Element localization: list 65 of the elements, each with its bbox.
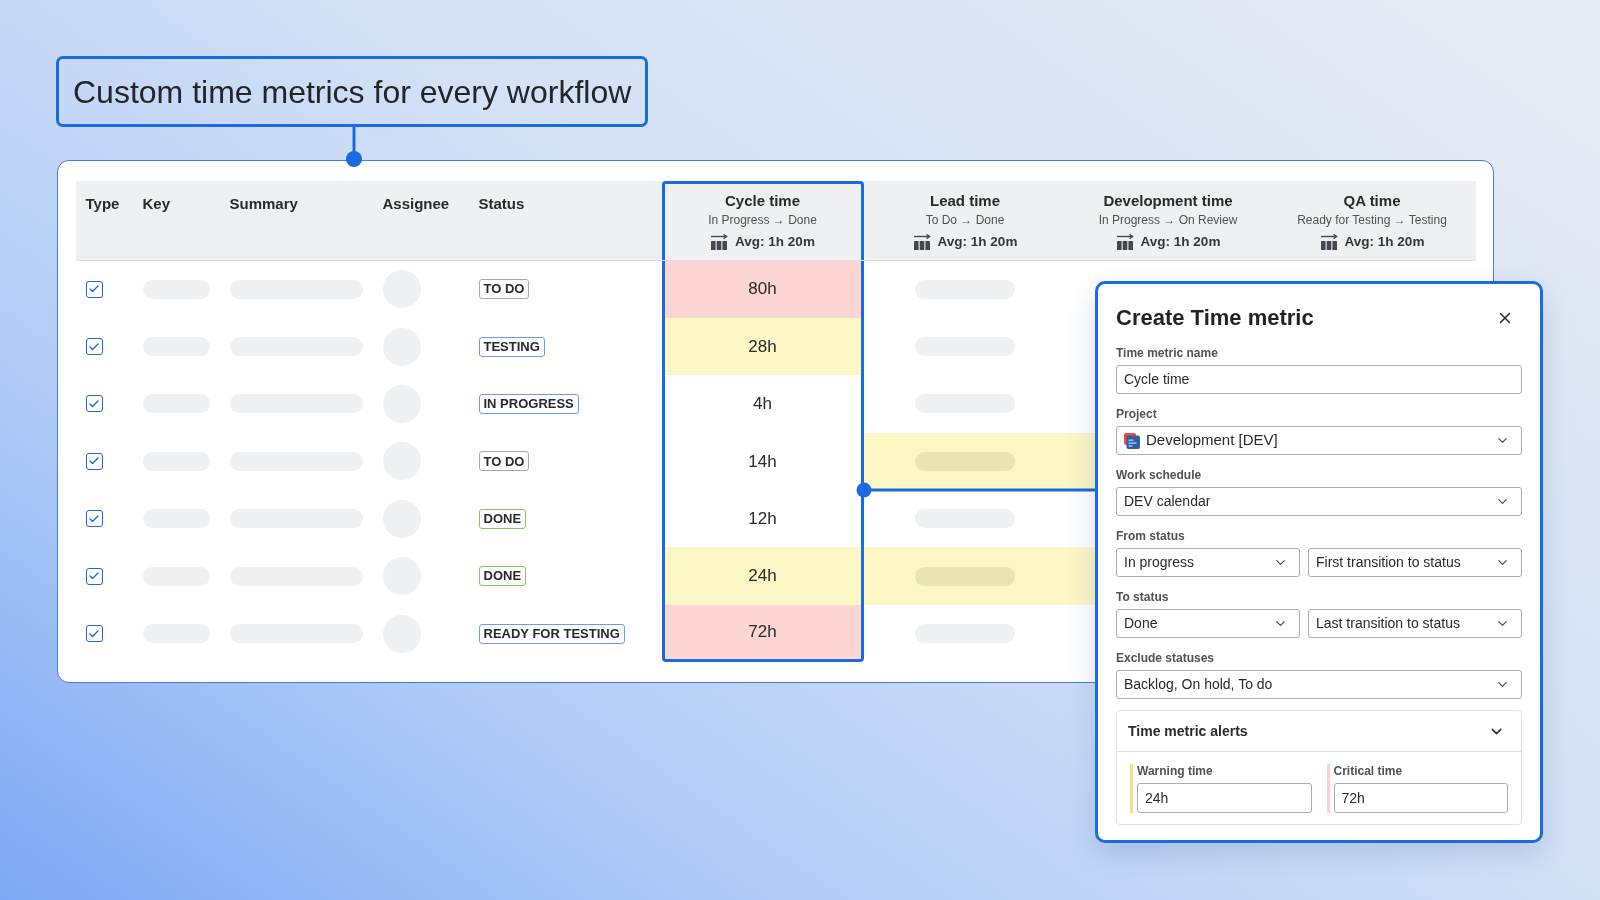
project-tile-icon [1124, 432, 1140, 449]
input-field[interactable]: 72h [1333, 783, 1508, 813]
bars-arrow-icon [912, 233, 931, 250]
table-cell: 80h [661, 260, 864, 318]
transition-text: To Do → Done [925, 211, 1005, 228]
accordion-header[interactable]: Time metric alerts [1117, 711, 1521, 752]
select-field[interactable]: DEV calendar [1116, 487, 1522, 516]
dialog-title: Create Time metric [1116, 304, 1314, 332]
status-tag: IN PROGRESS [478, 393, 579, 414]
field-label: Time metric name [1116, 346, 1219, 361]
field-label: Critical time [1333, 764, 1404, 779]
status-tag: DONE [478, 508, 527, 529]
status-tag: TESTING [478, 336, 545, 357]
select-field[interactable]: First transition to status [1308, 548, 1522, 577]
field-label: Project [1116, 407, 1158, 422]
bars-arrow-icon [1115, 233, 1134, 250]
average-text: Avg: 1h 20m [1140, 232, 1221, 251]
table-cell: 24h [661, 547, 864, 605]
column-title: Cycle time [724, 190, 800, 211]
bars-arrow-icon [710, 233, 729, 250]
column-header: Assignee [382, 194, 450, 212]
select-field[interactable]: Development [DEV] [1116, 426, 1522, 455]
average-text: Avg: 1h 20m [1344, 232, 1425, 251]
field-label: Warning time [1137, 764, 1214, 779]
field-label: From status [1116, 529, 1186, 544]
column-header: Type [85, 194, 120, 212]
column-title: Development time [1103, 190, 1233, 211]
transition-text: In Progress → On Review [1098, 211, 1238, 228]
select-field[interactable]: In progress [1116, 548, 1300, 577]
table-cell: 12h [661, 490, 864, 548]
checkbox[interactable] [85, 510, 103, 528]
checkbox[interactable] [85, 338, 103, 356]
table-cell: 4h [661, 375, 864, 433]
field-label: To status [1116, 590, 1170, 605]
transition-text: In Progress → Done [708, 211, 817, 228]
headline: Custom time metrics for every workflow [56, 56, 649, 127]
connector [345, 126, 363, 168]
checkbox[interactable] [85, 395, 103, 413]
column-title: QA time [1343, 190, 1401, 211]
checkbox[interactable] [85, 567, 103, 585]
select-field[interactable]: Done [1116, 609, 1300, 638]
status-tag: DONE [478, 566, 527, 587]
table-cell: 72h [661, 604, 864, 663]
column-header: Summary [229, 194, 298, 212]
column-header: Key [142, 194, 171, 212]
select-field[interactable]: Backlog, On hold, To do [1116, 670, 1522, 699]
table-cell: 14h [661, 432, 864, 491]
input-field[interactable]: 24h [1137, 783, 1312, 813]
column-title: Lead time [930, 190, 1000, 211]
field-label: Work schedule [1116, 468, 1203, 483]
input-field[interactable]: Cycle time [1116, 365, 1522, 394]
field-label: Exclude statuses [1116, 651, 1216, 666]
average-text: Avg: 1h 20m [937, 232, 1018, 251]
average-text: Avg: 1h 20m [735, 232, 815, 251]
checkbox[interactable] [85, 280, 103, 298]
transition-text: Ready for Testing → Testing [1297, 211, 1447, 228]
checkbox[interactable] [85, 625, 103, 643]
bars-arrow-icon [1319, 233, 1338, 250]
status-tag: READY FOR TESTING [478, 623, 625, 644]
select-field[interactable]: Last transition to status [1308, 609, 1522, 638]
column-header: Status [478, 194, 525, 212]
status-tag: TO DO [478, 451, 530, 472]
checkbox[interactable] [85, 452, 103, 470]
status-tag: TO DO [478, 279, 530, 300]
table-cell: 28h [661, 317, 864, 376]
